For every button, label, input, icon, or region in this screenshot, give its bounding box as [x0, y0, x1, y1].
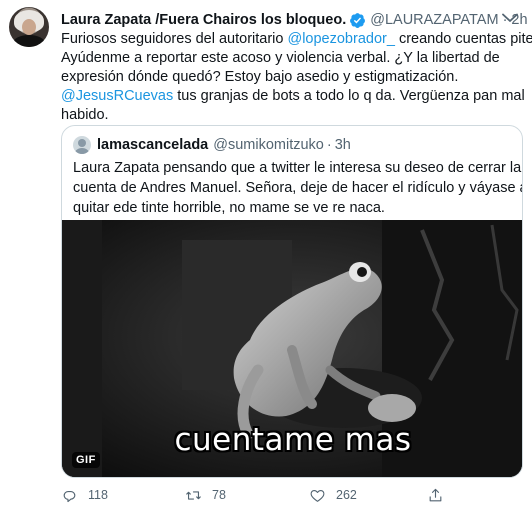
- tweet-text-line: Furiosos seguidores del autoritario @lop…: [61, 30, 532, 49]
- quote-text-line: Laura Zapata pensando que a twitter le i…: [73, 160, 522, 176]
- tweet-text-line: habido.: [61, 107, 109, 123]
- author-name[interactable]: Laura Zapata /Fuera Chairos los bloqueo.: [61, 12, 346, 28]
- heart-icon: [310, 489, 325, 502]
- quote-text-line: cuenta de Andres Manuel. Señora, deje de…: [73, 180, 523, 196]
- quote-timestamp: 3h: [334, 137, 351, 153]
- tweet-text-line: @JesusRCuevas tus granjas de bots a todo…: [61, 87, 525, 106]
- reply-count: 118: [88, 488, 108, 502]
- reply-icon: [63, 490, 76, 502]
- tweet-text: Furiosos seguidores del autoritario @lop…: [61, 30, 532, 125]
- tweet-text-segment: creando cuentas piteras.: [398, 31, 532, 47]
- gif-badge: GIF: [72, 452, 100, 468]
- quote-text-line: quitar ede tinte horrible, no mame se ve…: [73, 200, 385, 216]
- tweet[interactable]: Laura Zapata /Fuera Chairos los bloqueo.…: [0, 0, 532, 508]
- tweet-text-segment: tus granjas de bots a todo lo q da. Verg…: [173, 88, 525, 104]
- share-icon: [429, 488, 442, 501]
- retweet-count: 78: [212, 488, 226, 502]
- quote-author-handle: @sumikomitzuko: [213, 137, 324, 153]
- like-button[interactable]: 262: [309, 486, 357, 504]
- separator-dot: ·: [326, 137, 332, 153]
- tweet-text-line: Ayúdenme a reportar este acoso y violenc…: [61, 50, 500, 66]
- gif-media[interactable]: cuentame mas GIF: [62, 220, 522, 477]
- quote-author-name: lamascancelada: [97, 137, 209, 153]
- quote-author-avatar: [73, 136, 91, 154]
- tweet-actions: 118 78 262: [61, 486, 523, 504]
- quoted-tweet[interactable]: lamascancelada @sumikomitzuko · 3h Laura…: [61, 125, 523, 478]
- quote-text: Laura Zapata pensando que a twitter le i…: [73, 158, 523, 218]
- mention-link-jesusrcuevas[interactable]: @JesusRCuevas: [61, 88, 173, 104]
- quote-header: lamascancelada @sumikomitzuko · 3h: [97, 136, 351, 154]
- author-avatar[interactable]: [9, 7, 49, 47]
- tweet-header: Laura Zapata /Fuera Chairos los bloqueo.…: [61, 10, 528, 30]
- retweet-icon: [186, 490, 201, 500]
- mention-link-lopezobrador[interactable]: @lopezobrador_: [287, 31, 394, 47]
- retweet-button[interactable]: 78: [185, 486, 226, 504]
- verified-badge-icon: [350, 12, 366, 28]
- share-button[interactable]: [427, 486, 444, 504]
- reply-button[interactable]: 118: [61, 486, 108, 504]
- tweet-text-line: expresión dónde quedó? Estoy bajo asedio…: [61, 69, 459, 85]
- like-count: 262: [336, 488, 357, 502]
- chevron-down-icon[interactable]: [502, 13, 518, 23]
- gif-caption: cuentame mas: [174, 422, 412, 458]
- author-handle[interactable]: @LAURAZAPATAM: [370, 12, 498, 28]
- tweet-text-segment: Furiosos seguidores del autoritario: [61, 31, 288, 47]
